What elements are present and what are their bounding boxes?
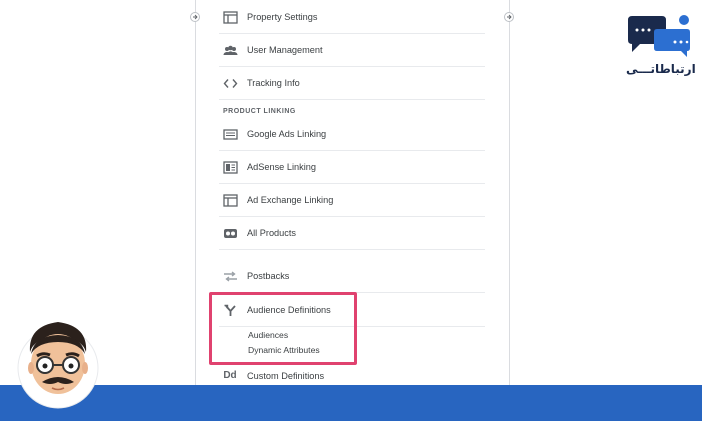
logo-text: ارتباطاتـــی [626,62,696,76]
ads-icon [221,127,239,141]
nav-item-label: All Products [247,228,297,238]
fork-icon [221,303,239,317]
code-icon [221,76,239,90]
nav-item-label: User Management [247,45,323,55]
nav-item-tracking-info[interactable]: Tracking Info [219,67,485,100]
avatar-cartoon-icon [17,322,99,409]
nav-item-adsense-linking[interactable]: AdSense Linking [219,151,485,184]
nav-item-postbacks[interactable]: Postbacks [219,260,485,293]
users-icon [221,43,239,57]
nav-item-ad-exchange-linking[interactable]: Ad Exchange Linking [219,184,485,217]
nav-item-label: Property Settings [247,12,318,22]
collapse-left-icon[interactable] [190,12,200,22]
postbacks-icon [221,269,239,283]
link-products-icon [221,226,239,240]
layout-icon [221,193,239,207]
section-product-linking: PRODUCT LINKING [223,108,296,115]
left-panel-divider [195,0,196,385]
nav-item-property-settings[interactable]: Property Settings [219,1,485,34]
nav-item-google-ads-linking[interactable]: Google Ads Linking [219,118,485,151]
nav-item-audience-definitions[interactable]: Audience Definitions [219,294,485,327]
bottom-bar [0,385,702,421]
dd-icon: Dd [223,370,237,381]
nav-item-label: Ad Exchange Linking [247,195,334,205]
right-panel-divider [509,0,510,385]
nav-item-all-products[interactable]: All Products [219,217,485,250]
sub-item-dynamic-attributes[interactable]: Dynamic Attributes [248,345,320,355]
nav-item-label: Audience Definitions [247,305,331,315]
nav-item-user-management[interactable]: User Management [219,34,485,67]
adsense-icon [221,160,239,174]
nav-item-label: Google Ads Linking [247,129,327,139]
nav-item-label: Custom Definitions [247,370,325,381]
sub-item-audiences[interactable]: Audiences [248,330,288,340]
collapse-right-icon[interactable] [504,12,514,22]
nav-item-label: AdSense Linking [247,162,316,172]
layout-icon [221,10,239,24]
nav-item-label: Tracking Info [247,78,300,88]
nav-item-label: Postbacks [247,271,290,281]
